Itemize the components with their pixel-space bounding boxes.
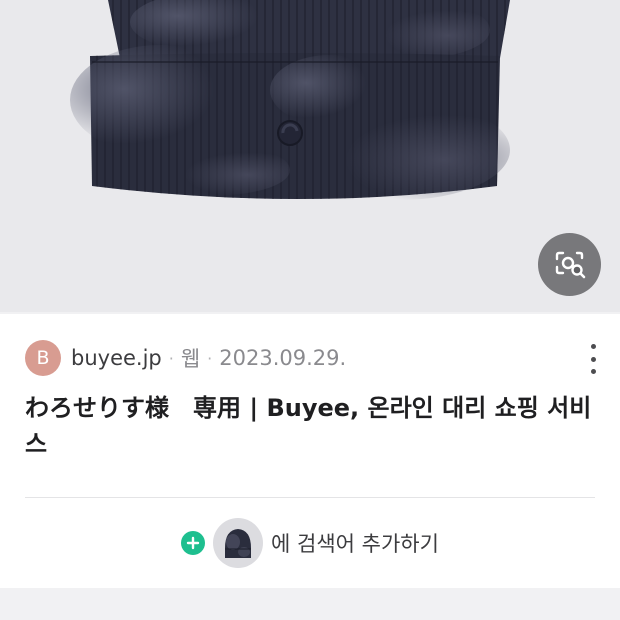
more-vertical-icon xyxy=(590,369,596,374)
page: B buyee.jp · 웹 · 2023.09.29. わろせりす様 専用 |… xyxy=(0,0,620,620)
site-favicon: B xyxy=(25,340,61,376)
result-card: B buyee.jp · 웹 · 2023.09.29. わろせりす様 専用 |… xyxy=(0,314,620,588)
source-row: B buyee.jp · 웹 · 2023.09.29. xyxy=(25,340,346,376)
plus-icon xyxy=(181,531,206,555)
add-search-term-label: 에 검색어 추가하기 xyxy=(271,532,439,556)
result-title-link[interactable]: わろせりす様 専用 | Buyee, 온라인 대리 쇼핑 서비스 xyxy=(25,390,595,462)
source-type: 웹 xyxy=(180,347,201,371)
separator-dot: · xyxy=(168,348,174,368)
source-domain[interactable]: buyee.jp xyxy=(71,346,162,370)
visual-search-button[interactable] xyxy=(538,233,601,296)
divider xyxy=(25,497,595,498)
lens-search-icon xyxy=(555,251,585,278)
beanie-image xyxy=(70,0,510,200)
more-vertical-icon xyxy=(590,356,596,362)
search-image[interactable] xyxy=(0,0,620,312)
query-image-thumbnail xyxy=(213,518,264,568)
separator-dot: · xyxy=(207,348,213,368)
add-search-term-button[interactable]: 에 검색어 추가하기 xyxy=(0,517,620,569)
source-date: 2023.09.29. xyxy=(219,346,347,370)
more-options-button[interactable] xyxy=(580,344,606,374)
more-vertical-icon xyxy=(590,344,596,349)
